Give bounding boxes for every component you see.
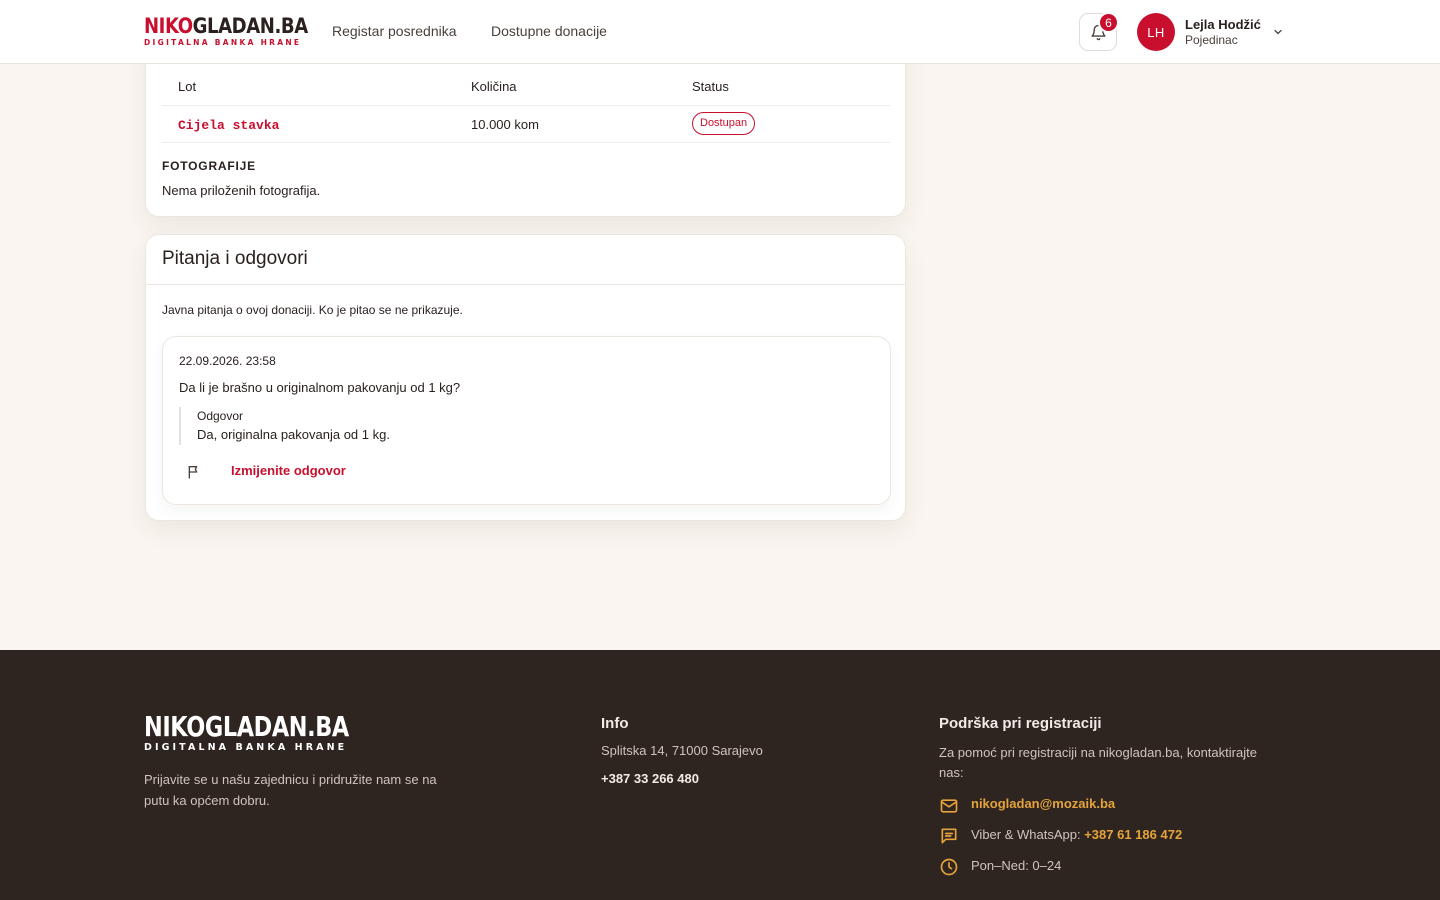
footer-support-heading: Podrška pri registraciji [939,715,1102,732]
table-divider [162,105,890,106]
column-header-lot: Lot [178,79,197,94]
photos-section-label: FOTOGRAFIJE [162,159,256,173]
site-footer: NIKOGLADAN.BA DIGITALNA BANKA HRANE Prij… [0,650,1440,900]
user-name[interactable]: Lejla Hodžić [1185,17,1261,32]
clock-icon [940,858,958,876]
chat-icon [941,828,957,844]
footer-info-heading: Info [601,715,629,732]
table-divider [162,142,890,143]
column-header-quantity: Količina [471,79,517,94]
nav-link-registar-posrednika[interactable]: Registar posrednika [332,23,457,39]
lot-name: Cijela stavka [178,118,280,133]
site-logo[interactable]: NIKOGLADAN.BA DIGITALNA BANKA HRANE [144,16,334,47]
flag-icon [188,466,198,479]
qa-title: Pitanja i odgovori [162,248,308,269]
answer-block: Odgovor Da, originalna pakovanja od 1 kg… [179,407,390,445]
logo-wordmark: NIKOGLADAN.BA [144,14,308,38]
footer-email-link[interactable]: nikogladan@mozaik.ba [971,794,1115,814]
column-header-status: Status [692,79,729,94]
footer-support-text: Za pomoć pri registraciji na nikogladan.… [939,745,1257,780]
footer-hours: Pon–Ned: 0–24 [971,858,1062,873]
notification-count-badge: 6 [1098,12,1119,33]
top-header: NIKOGLADAN.BA DIGITALNA BANKA HRANE Regi… [0,0,1440,64]
footer-address: Splitska 14, 71000 Sarajevo [601,743,763,758]
question-date: 22.09.2026. 23:58 [179,354,276,368]
report-button[interactable] [183,461,205,483]
qa-description: Javna pitanja o ovoj donaciji. Ko je pit… [162,303,463,317]
footer-viber-row: Viber & WhatsApp: +387 61 186 472 [971,825,1182,845]
user-role: Pojedinac [1185,33,1238,47]
questions-answers-card: Pitanja i odgovori Javna pitanja o ovoj … [145,234,906,521]
status-badge: Dostupan [692,112,756,136]
question-text: Da li je brašno u originalnom pakovanju … [179,380,461,395]
logo-tagline: DIGITALNA BANKA HRANE [144,38,302,47]
answer-label: Odgovor [197,409,244,423]
chevron-down-icon[interactable] [1272,26,1284,38]
footer-tagline: Prijavite se u našu zajednicu i pridruži… [144,772,437,808]
mail-icon [940,799,958,813]
donation-details-card: Lot Količina Status Cijela stavka 10.000… [145,40,906,217]
answer-text: Da, originalna pakovanja od 1 kg. [197,427,390,442]
edit-answer-link[interactable]: Izmijenite odgovor [231,463,346,478]
qa-divider [146,284,905,285]
user-avatar[interactable]: LH [1137,13,1175,51]
footer-phone[interactable]: +387 33 266 480 [601,771,699,786]
lot-quantity: 10.000 kom [471,117,539,132]
footer-logo-tagline: DIGITALNA BANKA HRANE [144,742,348,753]
footer-logo-wordmark: NIKOGLADAN.BA [144,710,349,743]
footer-logo[interactable]: NIKOGLADAN.BA DIGITALNA BANKA HRANE [144,713,400,753]
nav-link-dostupne-donacije[interactable]: Dostupne donacije [491,23,607,39]
no-photos-message: Nema priloženih fotografija. [162,183,321,198]
footer-viber-label: Viber & WhatsApp: [971,827,1085,842]
qa-item: 22.09.2026. 23:58 Da li je brašno u orig… [162,336,891,505]
footer-viber-number[interactable]: +387 61 186 472 [1084,827,1182,842]
